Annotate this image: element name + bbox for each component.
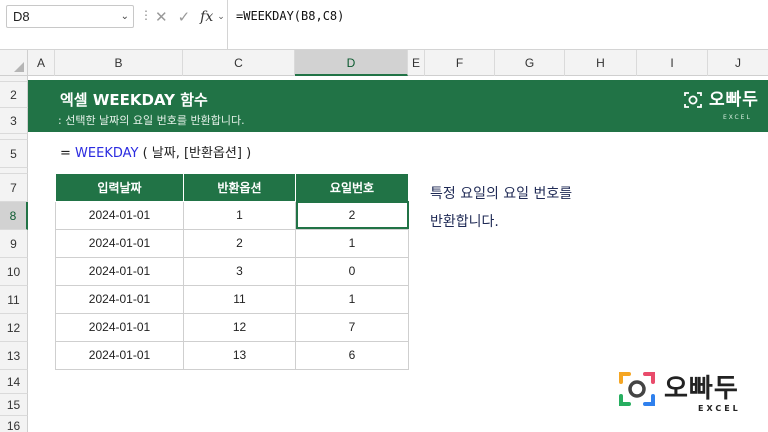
chevron-down-icon[interactable]: ⌄ — [121, 6, 129, 27]
row-header-9[interactable]: 9 — [0, 230, 28, 258]
table-row: 2024-01-01 1 2 — [55, 200, 409, 230]
cell-d11[interactable]: 1 — [295, 284, 409, 314]
banner-title: 엑셀 WEEKDAY 함수 — [60, 91, 208, 109]
cancel-icon[interactable]: ✕ — [155, 8, 168, 26]
header-input-date[interactable]: 입력날짜 — [55, 174, 184, 202]
function-syntax: = WEEKDAY ( 날짜, [반환옵션] ) — [60, 142, 251, 161]
column-header-h[interactable]: H — [565, 50, 637, 76]
syntax-function: WEEKDAY — [75, 146, 139, 161]
row-header-13[interactable]: 13 — [0, 342, 28, 370]
cell-d12[interactable]: 7 — [295, 312, 409, 342]
row-header-16[interactable]: 16 — [0, 416, 28, 432]
column-header-g[interactable]: G — [495, 50, 565, 76]
insert-function-icon[interactable]: fx — [200, 9, 213, 25]
data-table: 입력날짜 반환옵션 요일번호 2024-01-01 1 2 2024-01-01… — [55, 174, 409, 370]
watermark-logo-sub: EXCEL — [698, 404, 741, 413]
row-header-2[interactable]: 2 — [0, 82, 28, 108]
table-row: 2024-01-01 11 1 — [55, 284, 409, 314]
watermark-logo-text: 오빠두 — [664, 374, 739, 404]
row-header-10[interactable]: 10 — [0, 258, 28, 286]
banner-logo-text: 오빠두 — [709, 90, 759, 110]
formula-bar: D8 ⌄ ⋮ ✕ ✓ fx ⌄ =WEEKDAY(B8,C8) — [0, 0, 768, 50]
table-row: 2024-01-01 3 0 — [55, 256, 409, 286]
cell-c8[interactable]: 1 — [183, 200, 296, 230]
camera-icon — [683, 90, 703, 110]
column-header-f[interactable]: F — [425, 50, 495, 76]
divider — [227, 0, 228, 50]
table-header-row: 입력날짜 반환옵션 요일번호 — [55, 174, 409, 202]
cell-c11[interactable]: 11 — [183, 284, 296, 314]
cell-b9[interactable]: 2024-01-01 — [55, 228, 184, 258]
formula-actions: ✕ ✓ fx ⌄ — [155, 5, 225, 28]
column-header-a[interactable]: A — [28, 50, 55, 76]
cell-b8[interactable]: 2024-01-01 — [55, 200, 184, 230]
cell-b12[interactable]: 2024-01-01 — [55, 312, 184, 342]
note-line-1: 특정 요일의 요일 번호를 — [430, 186, 573, 202]
cell-c13[interactable]: 13 — [183, 340, 296, 370]
row-header-5[interactable]: 5 — [0, 140, 28, 168]
banner-subtitle: : 선택한 날짜의 요일 번호를 반환합니다. — [58, 114, 245, 127]
row-header-3[interactable]: 3 — [0, 108, 28, 134]
column-header-b[interactable]: B — [55, 50, 183, 76]
banner-logo: 오빠두 EXCEL — [683, 90, 759, 121]
column-header-d[interactable]: D — [295, 50, 408, 76]
select-all-button[interactable] — [0, 50, 28, 76]
cell-b10[interactable]: 2024-01-01 — [55, 256, 184, 286]
header-return-option[interactable]: 반환옵션 — [183, 174, 296, 202]
table-row: 2024-01-01 2 1 — [55, 228, 409, 258]
row-header-11[interactable]: 11 — [0, 286, 28, 314]
title-banner: 엑셀 WEEKDAY 함수 : 선택한 날짜의 요일 번호를 반환합니다. 오빠… — [28, 80, 768, 132]
syntax-prefix: = — [60, 146, 76, 161]
formula-input[interactable]: =WEEKDAY(B8,C8) — [236, 9, 344, 23]
cell-b13[interactable]: 2024-01-01 — [55, 340, 184, 370]
name-box-value: D8 — [13, 9, 30, 24]
confirm-icon[interactable]: ✓ — [178, 8, 191, 26]
drag-handle-icon[interactable]: ⋮ — [140, 7, 152, 23]
note-line-2: 반환합니다. — [430, 214, 499, 230]
cell-d10[interactable]: 0 — [295, 256, 409, 286]
cell-c12[interactable]: 12 — [183, 312, 296, 342]
cell-d9[interactable]: 1 — [295, 228, 409, 258]
cell-c10[interactable]: 3 — [183, 256, 296, 286]
row-header-14[interactable]: 14 — [0, 370, 28, 394]
row-header-15[interactable]: 15 — [0, 394, 28, 416]
chevron-down-icon[interactable]: ⌄ — [217, 12, 225, 22]
column-header-i[interactable]: I — [637, 50, 708, 76]
column-header-j[interactable]: J — [708, 50, 768, 76]
table-row: 2024-01-01 13 6 — [55, 340, 409, 370]
row-header-8[interactable]: 8 — [0, 202, 28, 230]
header-weekday-number[interactable]: 요일번호 — [295, 174, 409, 202]
cell-c9[interactable]: 2 — [183, 228, 296, 258]
row-header-7[interactable]: 7 — [0, 174, 28, 202]
syntax-args: ( 날짜, [반환옵션] ) — [138, 146, 252, 161]
camera-logo-icon — [619, 372, 655, 406]
cell-d13[interactable]: 6 — [295, 340, 409, 370]
column-header-c[interactable]: C — [183, 50, 295, 76]
row-header-12[interactable]: 12 — [0, 314, 28, 342]
description-note: 특정 요일의 요일 번호를 반환합니다. — [430, 180, 572, 236]
column-header-e[interactable]: E — [408, 50, 425, 76]
cell-d8-active[interactable]: 2 — [295, 200, 409, 230]
name-box[interactable]: D8 ⌄ — [6, 5, 134, 28]
cell-b11[interactable]: 2024-01-01 — [55, 284, 184, 314]
banner-logo-sub: EXCEL — [723, 114, 752, 121]
table-row: 2024-01-01 12 7 — [55, 312, 409, 342]
